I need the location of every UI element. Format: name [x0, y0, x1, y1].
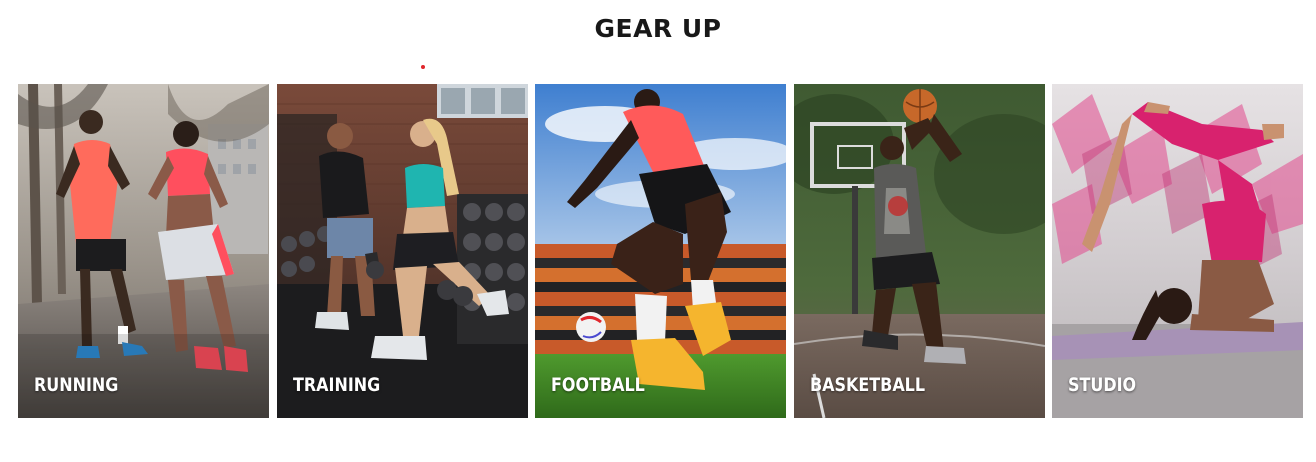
training-photo	[277, 84, 528, 418]
category-label: BASKETBALL	[810, 374, 926, 396]
category-card-running[interactable]: RUNNING	[18, 84, 269, 418]
basketball-photo	[794, 84, 1045, 418]
category-label: TRAINING	[293, 374, 381, 396]
category-card-studio[interactable]: STUDIO	[1052, 84, 1303, 418]
category-card-training[interactable]: TRAINING	[277, 84, 528, 418]
running-photo	[18, 84, 269, 418]
section-title: GEAR UP	[594, 14, 722, 43]
category-grid: RUNNING TRAINING FOOTBALL BASKETBALL STU…	[18, 84, 1304, 418]
category-card-football[interactable]: FOOTBALL	[535, 84, 786, 418]
category-card-basketball[interactable]: BASKETBALL	[794, 84, 1045, 418]
category-label: FOOTBALL	[551, 374, 645, 396]
category-label: STUDIO	[1068, 374, 1137, 396]
carousel-indicator-dot	[421, 65, 425, 69]
studio-photo	[1052, 84, 1303, 418]
category-label: RUNNING	[34, 374, 119, 396]
football-photo	[535, 84, 786, 418]
